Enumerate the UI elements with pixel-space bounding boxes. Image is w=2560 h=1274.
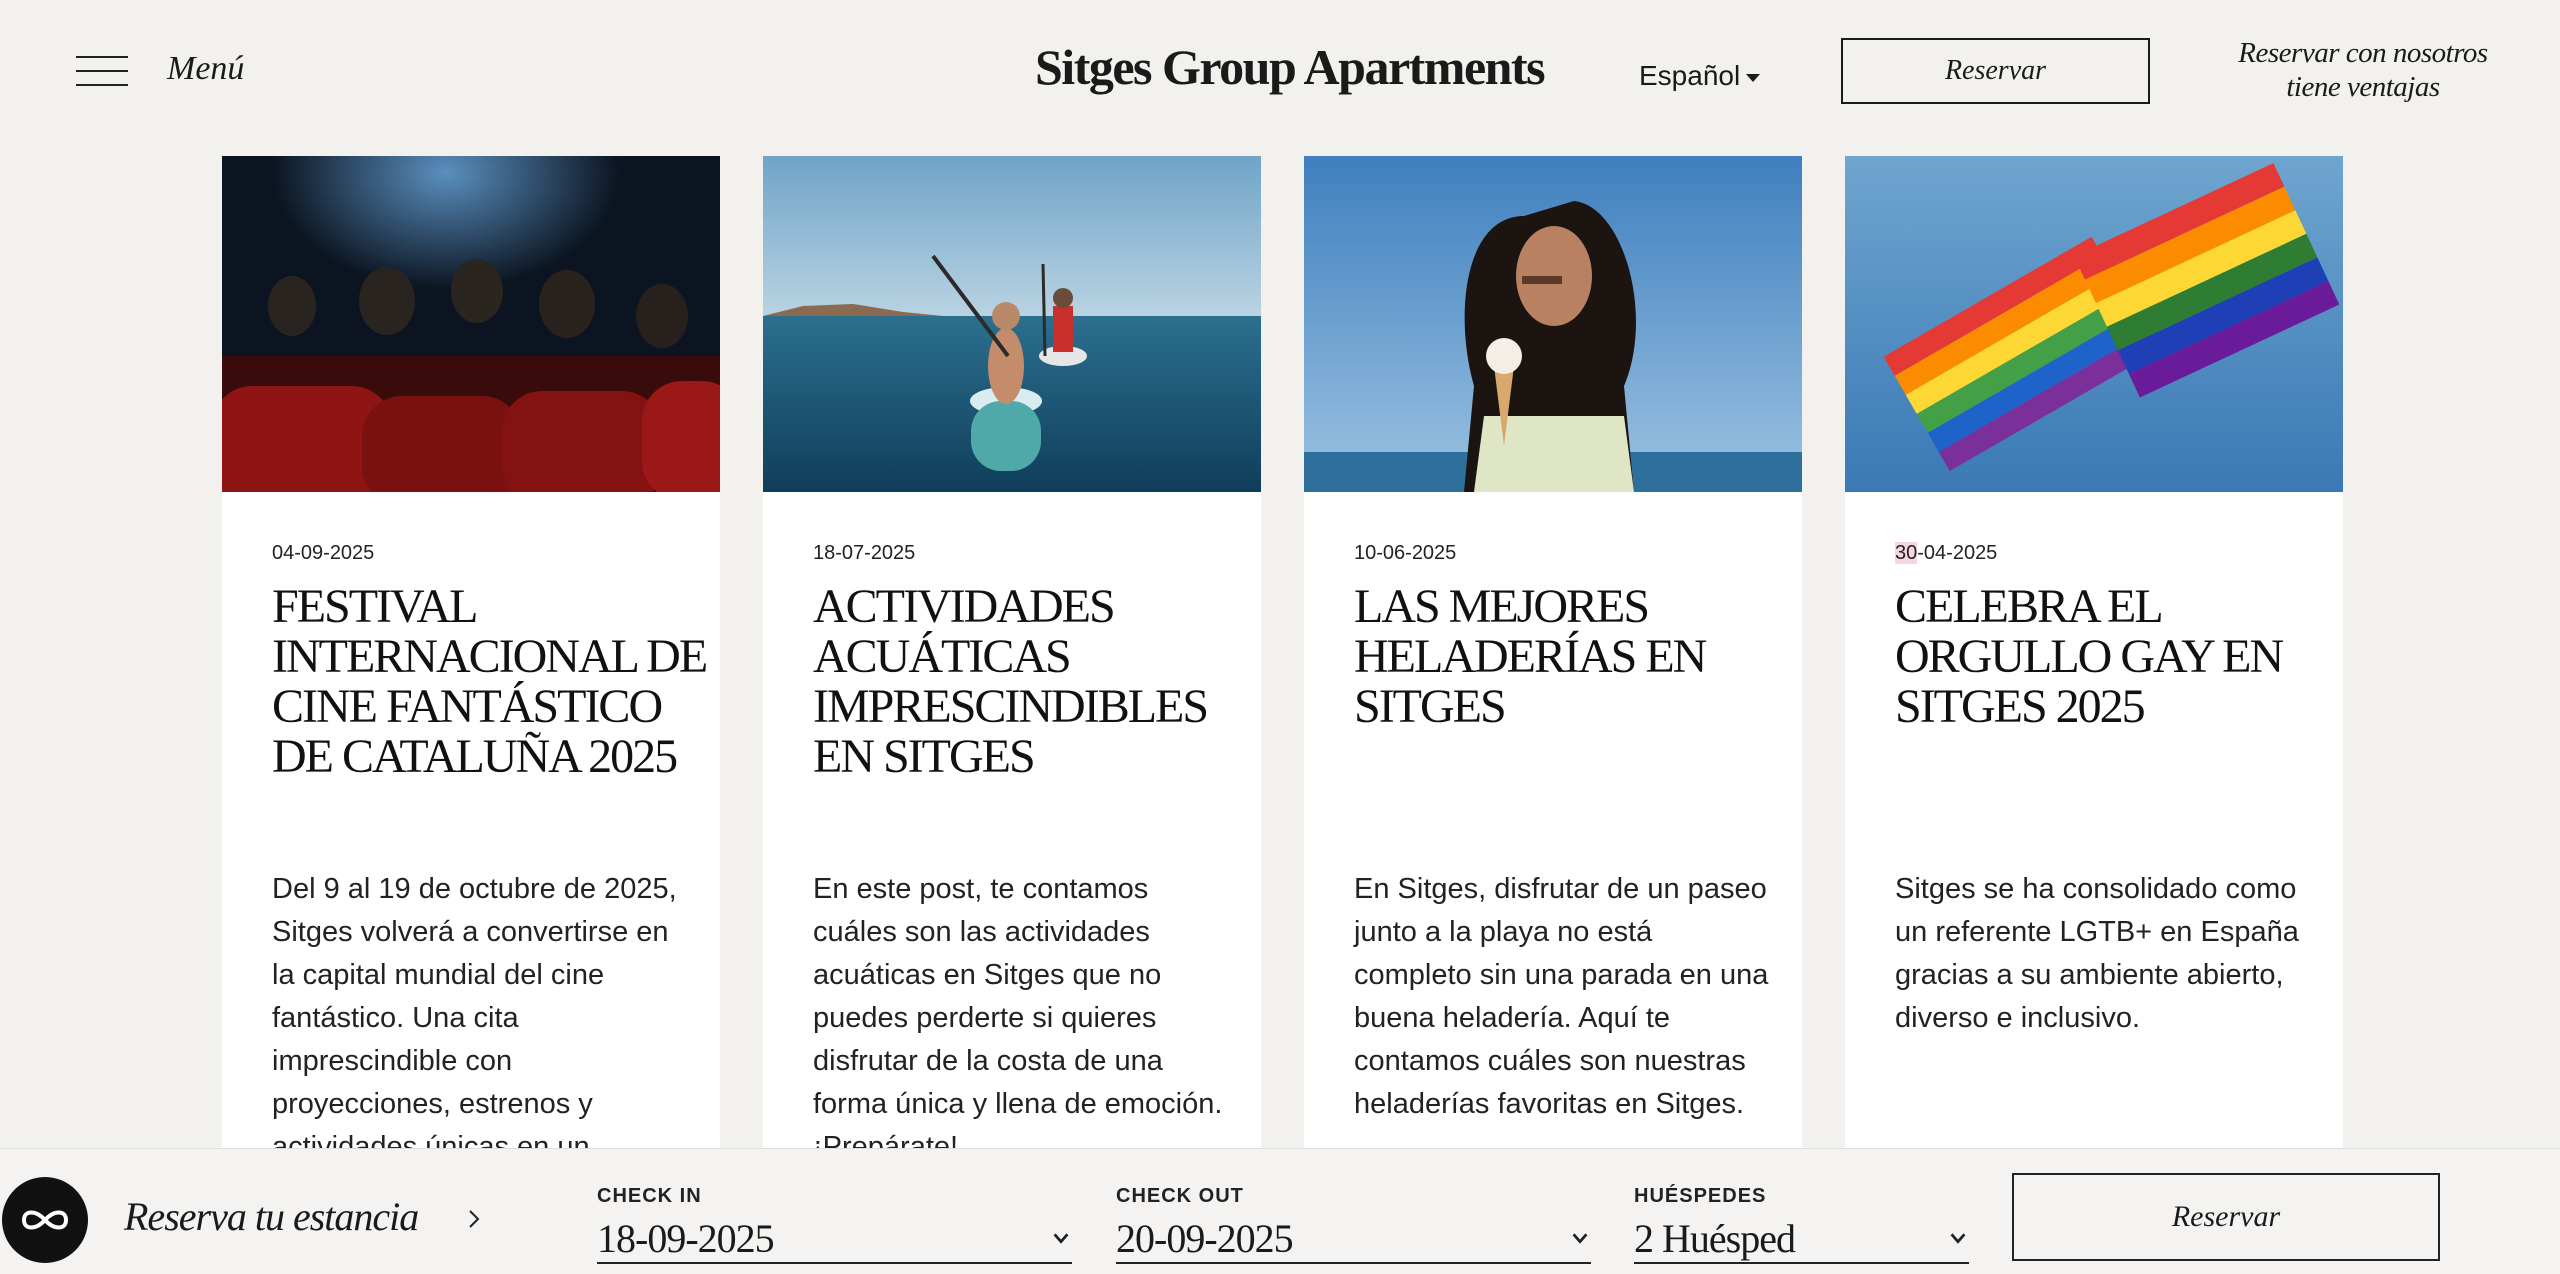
check-out-field[interactable]: CHECK OUT 20-09-2025 xyxy=(1116,1185,1591,1264)
blog-card[interactable]: 04-09-2025 Festival Internacional de Cin… xyxy=(222,156,720,1163)
site-header: Menú Sitges Group Apartments Español Res… xyxy=(0,0,2560,140)
brand-logo[interactable]: Sitges Group Apartments xyxy=(1035,38,1546,98)
card-title[interactable]: Festival Internacional de Cine Fantástic… xyxy=(272,582,712,782)
card-title[interactable]: Celebra el orgullo gay en Sitges 2025 xyxy=(1895,582,2335,732)
card-date: 18-07-2025 xyxy=(813,542,916,564)
card-title[interactable]: Actividades acuáticas imprescindibles en… xyxy=(813,582,1253,782)
blog-card[interactable]: 18-07-2025 Actividades acuáticas impresc… xyxy=(763,156,1261,1163)
chat-button[interactable] xyxy=(2,1177,88,1263)
check-out-label: CHECK OUT xyxy=(1116,1185,1244,1207)
blog-card[interactable]: 30-04-2025 Celebra el orgullo gay en Sit… xyxy=(1845,156,2343,1156)
card-date: 30-04-2025 xyxy=(1895,542,1997,565)
date-day-highlight: 30 xyxy=(1895,542,1918,564)
card-date: 04-09-2025 xyxy=(272,542,375,564)
chevron-down-icon xyxy=(1950,1233,1966,1244)
card-title[interactable]: Las mejores heladerías en Sitges xyxy=(1354,582,1794,732)
cinema-seats-photo[interactable] xyxy=(222,156,720,492)
guests-select[interactable]: 2 Huésped xyxy=(1634,1214,1969,1264)
caret-down-icon xyxy=(1746,73,1761,82)
language-label: Español xyxy=(1639,60,1741,91)
rainbow-flags-photo[interactable] xyxy=(1845,156,2343,492)
reserve-button-booking[interactable]: Reservar xyxy=(2012,1173,2440,1261)
menu-label[interactable]: Menú xyxy=(167,50,244,88)
card-excerpt: En Sitges, disfrutar de un paseo junto a… xyxy=(1354,873,1769,1120)
reserve-button-header[interactable]: Reservar xyxy=(1841,38,2150,104)
guests-field[interactable]: HUÉSPEDES 2 Huésped xyxy=(1634,1185,1969,1264)
paddle-surf-photo[interactable] xyxy=(763,156,1261,492)
card-excerpt: Del 9 al 19 de octubre de 2025, Sitges v… xyxy=(272,873,677,1163)
booking-title: Reserva tu estancia xyxy=(124,1194,419,1239)
chevron-down-icon xyxy=(1572,1233,1588,1244)
guests-label: HUÉSPEDES xyxy=(1634,1185,1767,1207)
booking-bar: Reserva tu estancia CHECK IN 18-09-2025 … xyxy=(0,1148,2560,1274)
chevron-right-icon[interactable] xyxy=(462,1207,486,1231)
card-date: 10-06-2025 xyxy=(1354,542,1457,564)
check-in-label: CHECK IN xyxy=(597,1185,702,1207)
language-selector[interactable]: Español xyxy=(1639,60,1761,92)
date-rest: -04-2025 xyxy=(1917,542,1998,564)
chevron-down-icon xyxy=(1053,1233,1069,1244)
check-in-field[interactable]: CHECK IN 18-09-2025 xyxy=(597,1185,1072,1264)
card-excerpt: Sitges se ha consolidado como un referen… xyxy=(1895,873,2299,1034)
blog-card[interactable]: 10-06-2025 Las mejores heladerías en Sit… xyxy=(1304,156,1802,1156)
check-in-value: 18-09-2025 xyxy=(597,1215,775,1261)
check-out-select[interactable]: 20-09-2025 xyxy=(1116,1214,1591,1264)
guests-value: 2 Huésped xyxy=(1634,1215,1796,1261)
promo-text: Reservar con nosotros tiene ventajas xyxy=(2218,36,2508,104)
promo-line-2: tiene ventajas xyxy=(2286,71,2440,103)
check-in-select[interactable]: 18-09-2025 xyxy=(597,1214,1072,1264)
hamburger-menu-icon[interactable] xyxy=(76,56,128,86)
woman-ice-cream-photo[interactable] xyxy=(1304,156,1802,492)
promo-line-1: Reservar con nosotros xyxy=(2238,37,2488,69)
chat-loop-icon xyxy=(21,1210,69,1230)
check-out-value: 20-09-2025 xyxy=(1116,1215,1294,1261)
card-excerpt: En este post, te contamos cuáles son las… xyxy=(813,873,1223,1163)
